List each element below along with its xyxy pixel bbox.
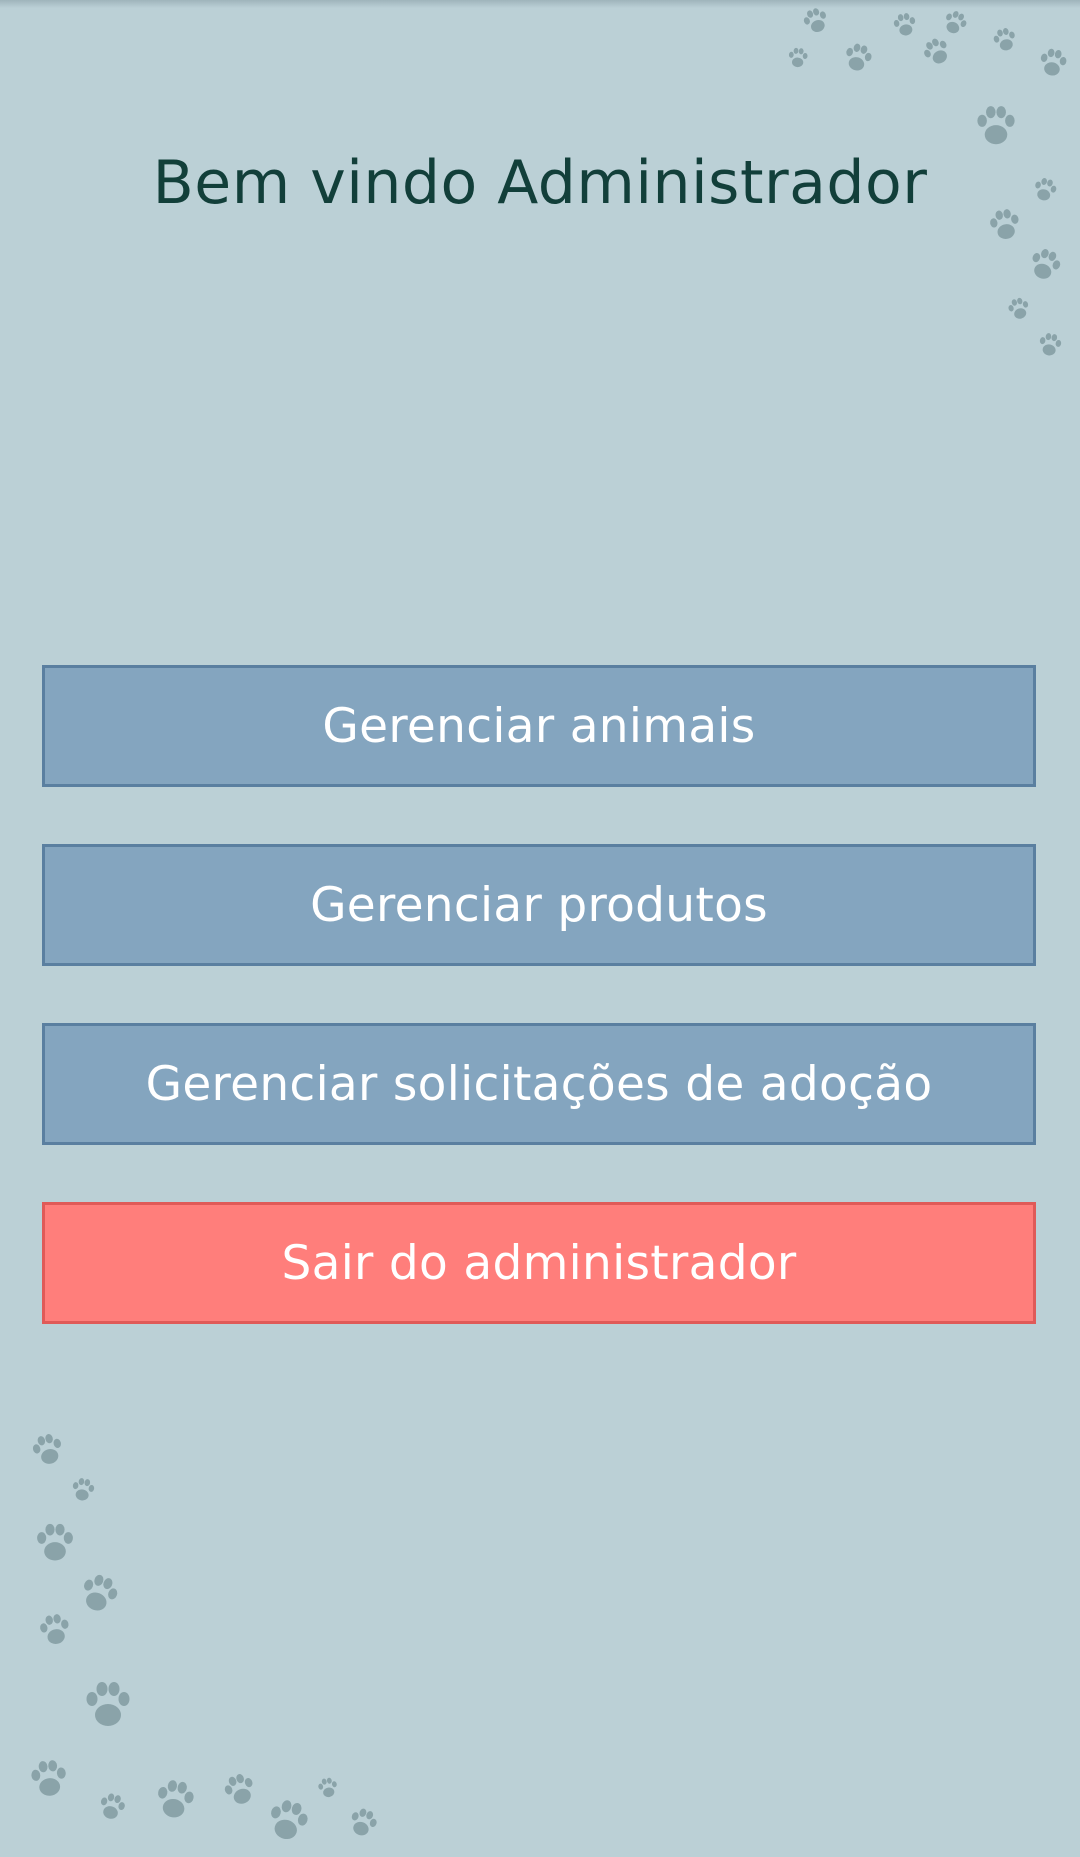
paw-print-icon bbox=[24, 1426, 73, 1475]
manage-adoption-requests-button[interactable]: Gerenciar solicitações de adoção bbox=[42, 1023, 1036, 1145]
paw-print-icon bbox=[30, 1518, 80, 1568]
paw-print-icon bbox=[68, 1563, 130, 1625]
paw-print-icon bbox=[214, 1764, 265, 1815]
page-title: Bem vindo Administrador bbox=[152, 148, 928, 218]
paw-print-icon bbox=[23, 1753, 75, 1805]
paw-print-icon bbox=[78, 1675, 138, 1735]
paw-print-icon bbox=[146, 1771, 204, 1829]
paw-print-icon bbox=[888, 8, 923, 43]
status-bar-shadow bbox=[0, 0, 1080, 8]
paw-print-icon bbox=[313, 1773, 343, 1803]
paw-print-icon bbox=[784, 44, 812, 72]
paw-print-icon bbox=[32, 1607, 78, 1653]
paw-print-icon bbox=[66, 1473, 101, 1508]
manage-products-button[interactable]: Gerenciar produtos bbox=[42, 844, 1036, 966]
paw-print-icon bbox=[1033, 328, 1068, 363]
paw-print-icon bbox=[1002, 292, 1036, 326]
paw-print-icon bbox=[836, 36, 880, 80]
paw-print-icon bbox=[91, 1786, 133, 1828]
logout-admin-button[interactable]: Sair do administrador bbox=[42, 1202, 1036, 1324]
paw-print-icon bbox=[987, 22, 1024, 59]
admin-screen: Bem vindo Administrador Gerenciar animai… bbox=[0, 0, 1080, 1857]
paw-print-icon bbox=[340, 1800, 386, 1846]
paw-print-icon bbox=[1019, 239, 1070, 290]
manage-animals-button[interactable]: Gerenciar animais bbox=[42, 665, 1036, 787]
paw-print-icon bbox=[1032, 42, 1074, 84]
paw-print-icon bbox=[256, 1789, 320, 1853]
paw-print-icon bbox=[970, 100, 1022, 152]
